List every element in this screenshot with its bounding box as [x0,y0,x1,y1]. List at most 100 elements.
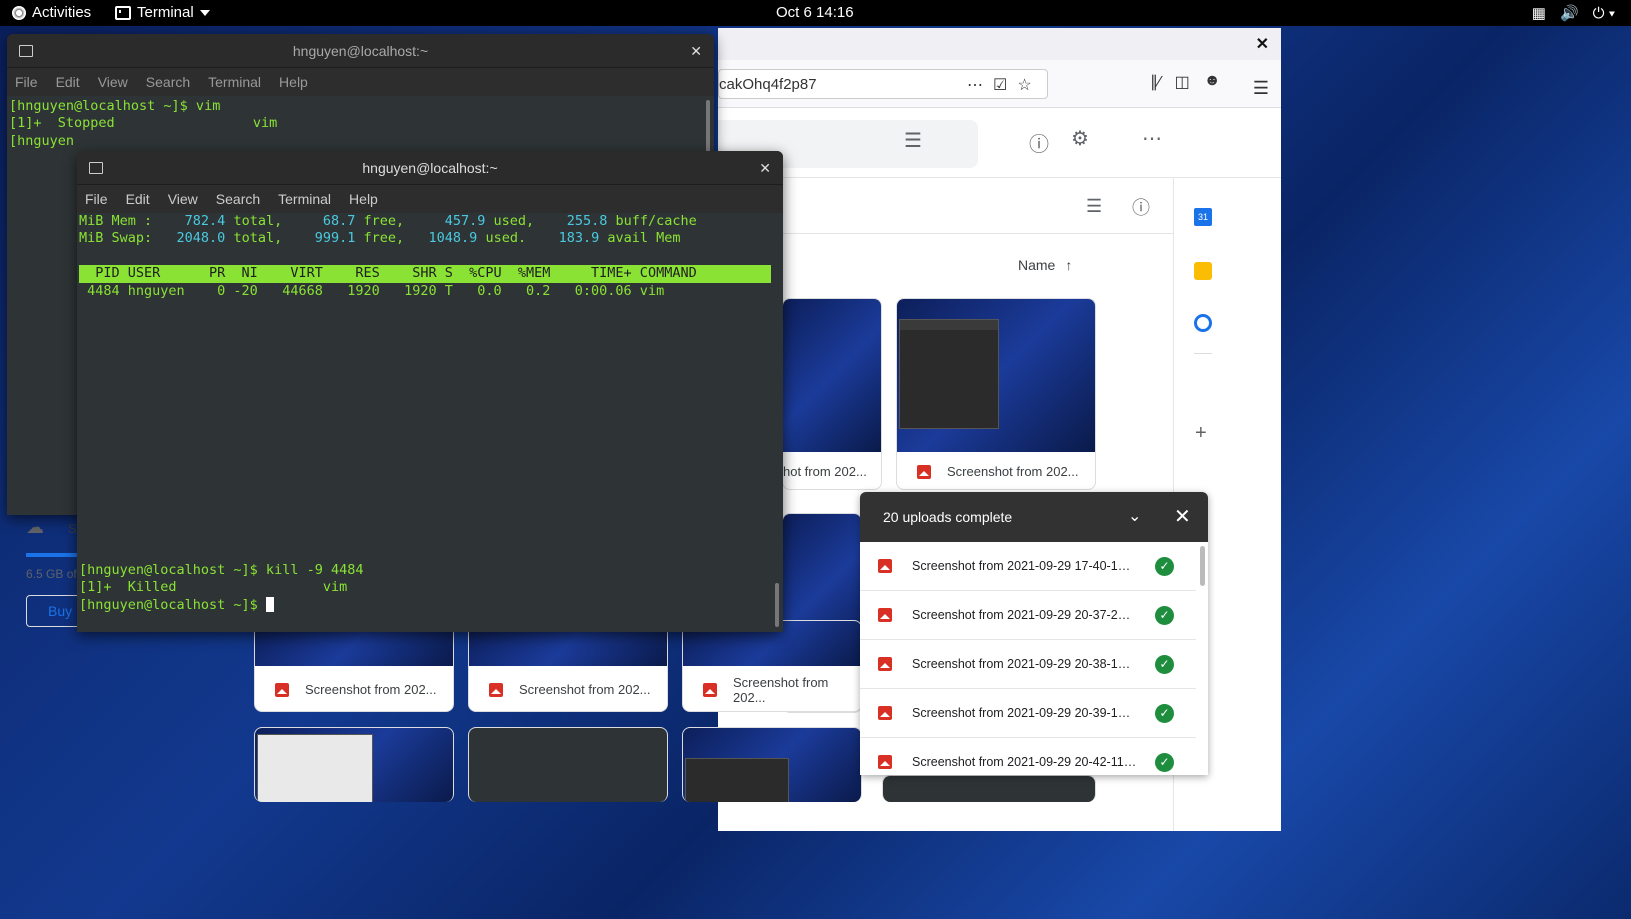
sort-by-name[interactable]: Name ↑ [1018,257,1072,273]
swap-label: MiB Swap: [79,230,153,247]
terminal-menubar: File Edit View Search Terminal Help [77,185,783,213]
menu-file[interactable]: File [85,191,108,207]
search-options-icon[interactable]: ☰ [904,128,922,153]
file-thumbnail[interactable] [254,727,454,802]
upload-item[interactable]: Screenshot from 2021-09-29 17-40-10.... … [860,542,1196,591]
list-view-icon[interactable]: ☰ [1086,196,1102,217]
thumbnail-image [883,776,1095,802]
hamburger-menu-icon[interactable]: ☰ [1253,78,1269,99]
thumbnail-window [257,734,373,802]
pocket-icon[interactable]: ☑ [993,75,1007,95]
close-icon[interactable]: ✕ [1174,504,1191,529]
thumbnail-image [783,299,881,452]
add-addon-icon[interactable]: + [1195,422,1207,445]
scrollbar[interactable] [775,583,779,627]
close-icon[interactable]: ✕ [759,151,771,185]
account-icon[interactable]: ☻ [1204,72,1221,92]
terminal-line: [1]+ Killed vim [79,579,348,596]
check-icon: ✓ [1155,556,1174,576]
url-bar[interactable]: cakOhq4f2p87 ⋯ ☑ ☆ [718,69,1048,99]
menu-file[interactable]: File [15,74,38,90]
prompt: [hnguyen@localhost ~]$ [79,596,266,613]
upload-file-name: Screenshot from 2021-09-29 20-42-11.... [912,755,1137,769]
terminal-titlebar[interactable]: hnguyen@localhost:~ ✕ [7,34,714,68]
buy-storage-button[interactable]: Buy [26,595,82,627]
file-thumbnail[interactable]: hot from 202... [782,298,882,490]
cloud-icon: ☁ [26,517,44,537]
terminal-window-front[interactable]: hnguyen@localhost:~ ✕ File Edit View Sea… [77,151,783,632]
image-file-icon [275,682,289,697]
file-thumbnail[interactable]: Screenshot from 202... [254,620,454,712]
gear-icon[interactable]: ⚙ [1071,126,1089,151]
file-thumbnail[interactable]: Screenshot from 202... [468,620,668,712]
app-menu-terminal[interactable]: Terminal [115,4,210,21]
menu-edit[interactable]: Edit [126,191,150,207]
terminal-screen[interactable]: MiB Mem : 782.4 total, 68.7 free, 457.9 … [77,213,783,632]
file-thumbnail[interactable] [682,727,862,802]
mem-total: 782.4 [184,213,226,229]
menu-view[interactable]: View [168,191,198,207]
check-icon: ✓ [1155,752,1174,772]
help-icon[interactable]: ⓘ [1029,128,1049,157]
apps-grid-icon[interactable]: ⋯ [1142,126,1162,151]
image-file-icon [703,682,717,697]
swap-free: 999.1 [314,230,356,247]
sort-label: Name [1018,257,1056,273]
more-actions-icon[interactable]: ⋯ [967,75,983,95]
calendar-icon[interactable]: 31 [1194,208,1212,226]
close-icon[interactable]: ✕ [1256,34,1269,54]
activities-label: Activities [32,4,92,21]
network-icon: ▦ [1531,5,1546,22]
toolbar-icons: ∥∕ ◫ ☻ [1150,72,1221,92]
mem-label: MiB Mem : [79,213,153,229]
menu-help[interactable]: Help [349,191,378,207]
drive-header: ☰ ⓘ ⚙ ⋯ [718,108,1281,178]
close-icon[interactable]: ✕ [690,34,702,68]
image-file-icon [878,608,892,622]
sidebar-icon[interactable]: ◫ [1175,72,1190,92]
mem-line: MiB Mem : 782.4 total, 68.7 free, 457.9 … [79,213,697,229]
drive-view-bar: ☰ ⓘ [718,178,1173,234]
file-caption: Screenshot from 202... [469,666,667,711]
gnome-top-bar: Activities Terminal Oct 6 14:16 ▦ 🔊 ⏻ ▾ [0,0,1631,26]
tasks-icon[interactable] [1194,314,1212,332]
clock[interactable]: Oct 6 14:16 [776,4,854,21]
menu-view[interactable]: View [98,74,128,90]
file-thumbnail[interactable] [882,775,1096,802]
upload-item[interactable]: Screenshot from 2021-09-29 20-42-11.... … [860,738,1196,775]
menu-terminal[interactable]: Terminal [208,74,261,90]
menu-search[interactable]: Search [146,74,190,90]
keep-icon[interactable] [1194,262,1212,280]
bookmark-star-icon[interactable]: ☆ [1017,75,1031,95]
menu-help[interactable]: Help [279,74,308,90]
menu-terminal[interactable]: Terminal [278,191,331,207]
upload-panel-header: 20 uploads complete ⌄ ✕ [860,492,1208,542]
library-icon[interactable]: ∥∕ [1150,72,1161,92]
upload-item[interactable]: Screenshot from 2021-09-29 20-37-25.... … [860,591,1196,640]
buy-storage-label: Buy [48,603,73,619]
menu-search[interactable]: Search [216,191,260,207]
file-name: hot from 202... [783,464,867,479]
terminal-titlebar[interactable]: hnguyen@localhost:~ ✕ [77,151,783,185]
thumbnail-image [683,728,861,802]
file-thumbnail[interactable]: Screenshot from 202... [682,620,862,712]
menu-edit[interactable]: Edit [56,74,80,90]
check-icon: ✓ [1155,605,1174,625]
scrollbar[interactable] [1200,546,1205,586]
prompt-line: [hnguyen@localhost ~]$ [79,596,783,614]
file-name: Screenshot from 202... [305,682,437,697]
system-menu[interactable]: ▦ 🔊 ⏻ ▾ [1531,4,1615,23]
upload-file-name: Screenshot from 2021-09-29 17-40-10.... [912,559,1137,573]
check-icon: ✓ [1155,703,1174,723]
file-thumbnail[interactable]: Screenshot from 202... [896,298,1096,490]
terminal-line: [hnguyen@localhost ~]$ vim [9,98,221,114]
upload-file-name: Screenshot from 2021-09-29 20-38-16.... [912,657,1137,671]
chevron-down-icon[interactable]: ⌄ [1128,506,1141,526]
info-icon[interactable]: ⓘ [1132,194,1150,220]
activities-button[interactable]: Activities [12,4,91,21]
upload-item[interactable]: Screenshot from 2021-09-29 20-38-16.... … [860,640,1196,689]
thumbnail-window [685,758,789,802]
upload-item[interactable]: Screenshot from 2021-09-29 20-39-12.... … [860,689,1196,738]
mem-buff: 255.8 [566,213,608,229]
file-thumbnail[interactable] [468,727,668,802]
